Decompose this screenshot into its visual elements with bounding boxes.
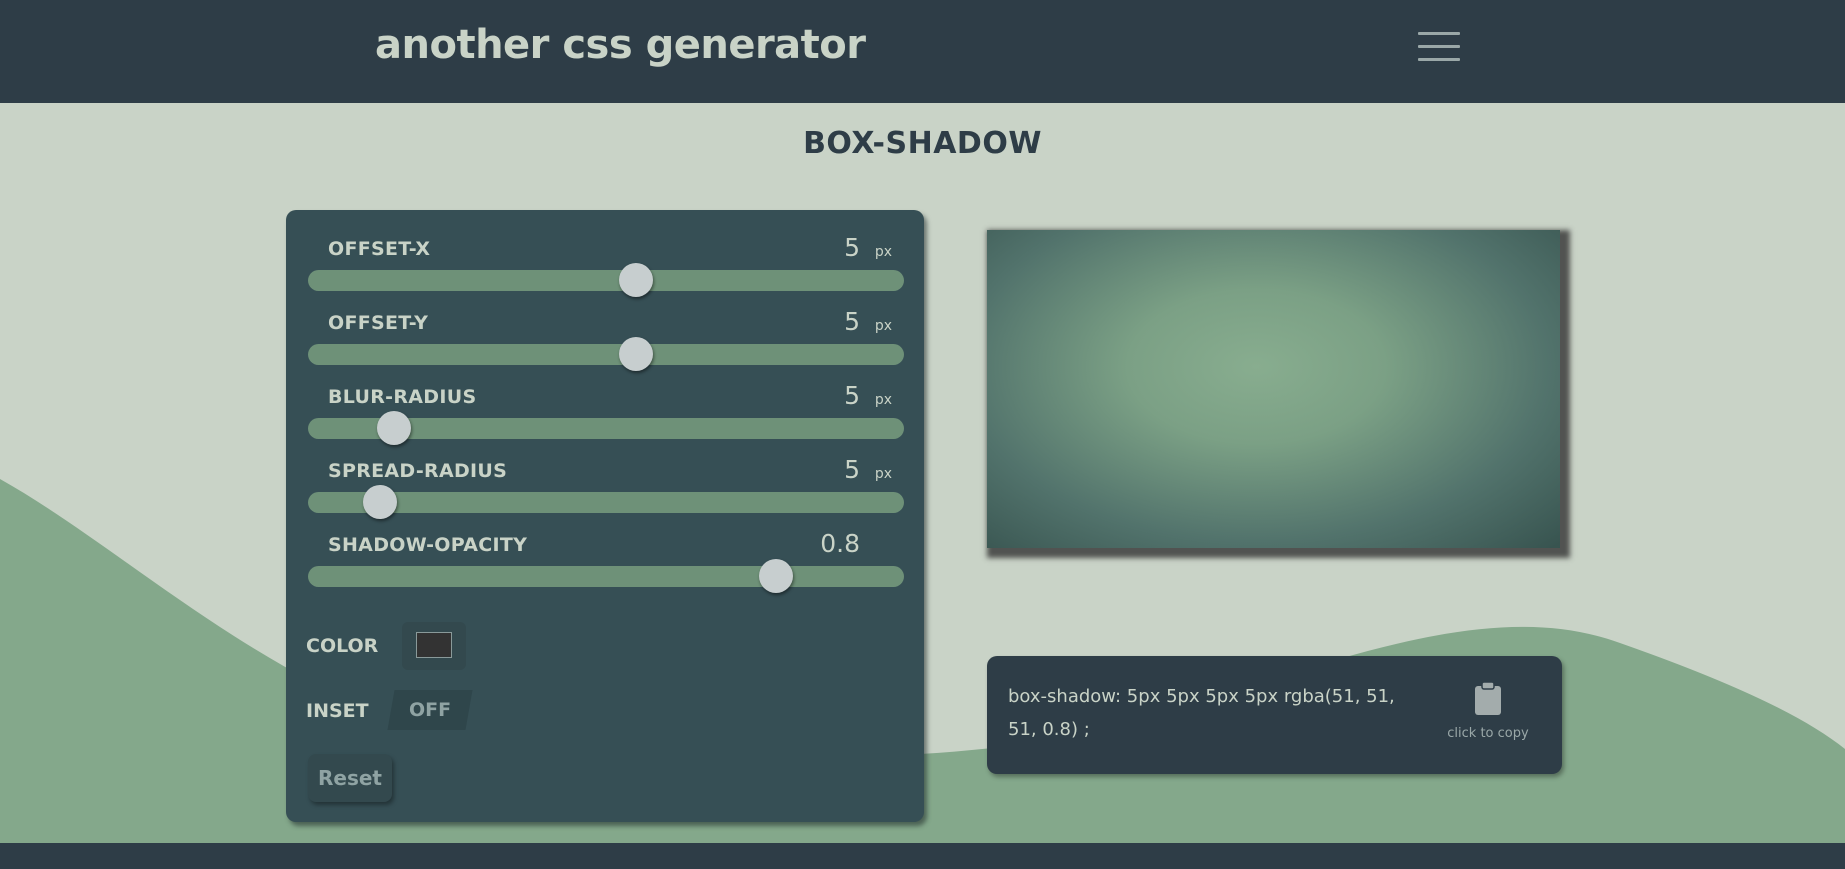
slider-unit: px <box>874 466 892 482</box>
menu-line <box>1418 32 1460 35</box>
css-code-text: box-shadow: 5px 5px 5px 5px rgba(51, 51,… <box>1008 686 1395 740</box>
menu-line <box>1418 58 1460 61</box>
slider-value: 5 <box>844 307 860 336</box>
shadow-preview-box <box>987 230 1560 548</box>
slider-value: 5 <box>844 455 860 484</box>
color-picker-button[interactable] <box>402 622 466 670</box>
controls-panel: OFFSET-X 5 px OFFSET-Y 5 px BLUR-RADIUS … <box>286 210 924 822</box>
slider-thumb[interactable] <box>362 485 397 519</box>
slider-unit: px <box>874 392 892 408</box>
slider-track[interactable] <box>308 411 904 445</box>
slider-label: BLUR-RADIUS <box>328 386 477 408</box>
slider-thumb[interactable] <box>377 411 412 445</box>
slider-label: OFFSET-X <box>328 238 431 260</box>
color-swatch <box>416 632 452 658</box>
slider-thumb[interactable] <box>758 559 793 593</box>
page-title: BOX-SHADOW <box>803 126 1042 161</box>
slider-unit: px <box>874 318 892 334</box>
hamburger-menu-icon[interactable] <box>1418 32 1460 68</box>
clipboard-icon <box>1475 682 1501 715</box>
inset-toggle[interactable]: OFF <box>387 690 473 730</box>
top-header: another css generator <box>0 0 1845 103</box>
inset-label: INSET <box>306 700 369 722</box>
slider-value: 5 <box>844 381 860 410</box>
slider-value: 0.8 <box>820 529 860 558</box>
slider-track[interactable] <box>308 337 904 371</box>
slider-label: SHADOW-OPACITY <box>328 534 528 556</box>
inset-state: OFF <box>408 699 452 721</box>
menu-line <box>1418 45 1460 48</box>
slider-thumb[interactable] <box>618 337 653 371</box>
slider-track[interactable] <box>308 485 904 519</box>
app-title: another css generator <box>375 22 866 68</box>
css-output-panel: box-shadow: 5px 5px 5px 5px rgba(51, 51,… <box>987 656 1562 774</box>
slider-unit: px <box>874 244 892 260</box>
slider-track[interactable] <box>308 263 904 297</box>
copy-label: click to copy <box>1447 726 1529 741</box>
slider-thumb[interactable] <box>618 263 653 297</box>
slider-label: SPREAD-RADIUS <box>328 460 508 482</box>
slider-label: OFFSET-Y <box>328 312 429 334</box>
slider-track[interactable] <box>308 559 904 593</box>
copy-button[interactable]: click to copy <box>1447 682 1529 752</box>
footer-bar <box>0 843 1845 869</box>
color-label: COLOR <box>306 635 379 657</box>
reset-button[interactable]: Reset <box>308 754 392 802</box>
slider-value: 5 <box>844 233 860 262</box>
